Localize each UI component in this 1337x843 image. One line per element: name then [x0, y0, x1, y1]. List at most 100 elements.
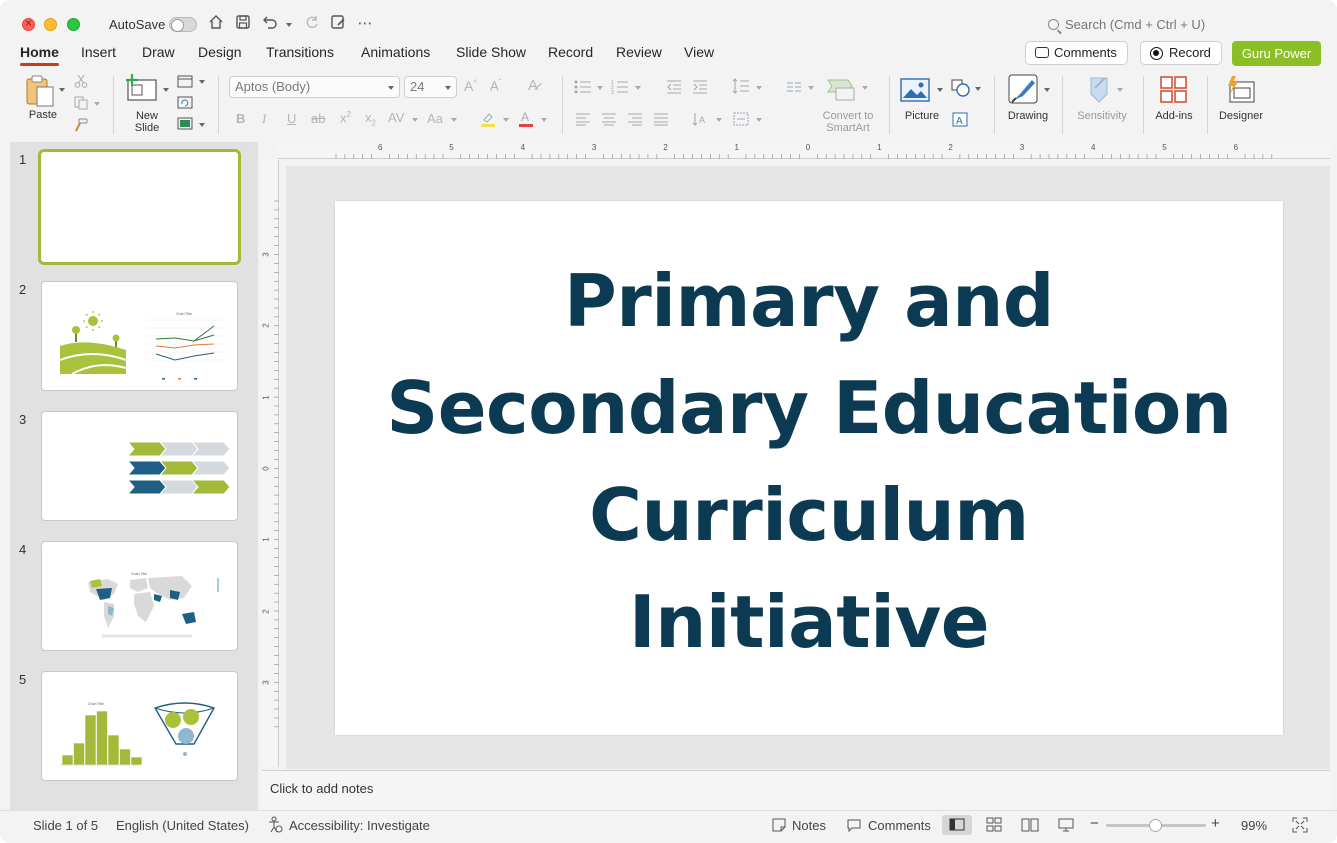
close-window-button[interactable] — [22, 16, 35, 31]
tab-design[interactable]: Design — [198, 44, 242, 60]
font-size-select[interactable]: 24 — [404, 76, 457, 98]
italic-icon[interactable]: I — [262, 111, 266, 127]
slide-thumbnail-4[interactable]: Chart Title — [41, 541, 238, 651]
accessibility-icon[interactable] — [267, 816, 283, 836]
numbering-dropdown-icon[interactable] — [635, 86, 641, 90]
notes-icon[interactable] — [771, 817, 787, 836]
undo-dropdown-icon[interactable] — [286, 23, 292, 27]
change-case-icon[interactable]: Aa — [427, 111, 443, 126]
character-spacing-dropdown-icon[interactable] — [412, 118, 418, 122]
justify-icon[interactable] — [653, 113, 669, 129]
section-icon[interactable] — [177, 117, 193, 133]
zoom-in-button[interactable]: + — [1211, 815, 1220, 832]
slide-thumbnail-5[interactable]: Chart Title — [41, 671, 238, 781]
reading-view-icon[interactable] — [1021, 817, 1039, 836]
picture-dropdown-icon[interactable] — [937, 88, 943, 92]
character-spacing-icon[interactable]: AV — [388, 110, 404, 125]
slide-title-placeholder[interactable]: Primary and Secondary Education Curricul… — [375, 248, 1243, 676]
layout-icon[interactable] — [177, 75, 193, 91]
undo-icon[interactable] — [260, 14, 280, 34]
drawing-icon[interactable] — [1008, 74, 1040, 109]
smartart-icon[interactable] — [826, 76, 858, 105]
addins-icon[interactable] — [1159, 75, 1189, 108]
slide-thumbnail-2[interactable]: Chart Title — [41, 281, 238, 391]
superscript-icon[interactable]: x2 — [340, 110, 351, 125]
copy-icon[interactable] — [74, 96, 90, 113]
columns-dropdown-icon[interactable] — [808, 86, 814, 90]
smartart-dropdown-icon[interactable] — [862, 86, 868, 90]
drawing-dropdown-icon[interactable] — [1044, 88, 1050, 92]
highlight-dropdown-icon[interactable] — [503, 118, 509, 122]
section-dropdown-icon[interactable] — [199, 123, 205, 127]
strikethrough-icon[interactable]: ab — [311, 111, 325, 126]
tab-home[interactable]: Home — [20, 44, 59, 66]
highlight-icon[interactable] — [480, 111, 496, 130]
font-name-select[interactable]: Aptos (Body) — [229, 76, 400, 98]
slide-thumbnail-3[interactable] — [41, 411, 238, 521]
bullets-dropdown-icon[interactable] — [597, 86, 603, 90]
record-button[interactable]: Record — [1140, 41, 1222, 65]
layout-dropdown-icon[interactable] — [199, 80, 205, 84]
columns-icon[interactable] — [786, 81, 802, 96]
zoom-window-button[interactable] — [67, 18, 80, 31]
align-text-icon[interactable] — [732, 111, 750, 130]
decrease-indent-icon[interactable] — [666, 80, 682, 97]
redo-icon[interactable] — [302, 14, 322, 34]
shapes-dropdown-icon[interactable] — [975, 87, 981, 91]
increase-font-icon[interactable]: A^ — [464, 78, 477, 94]
increase-indent-icon[interactable] — [692, 80, 708, 97]
current-slide[interactable]: Primary and Secondary Education Curricul… — [335, 201, 1283, 735]
accessibility-status[interactable]: Accessibility: Investigate — [289, 818, 430, 833]
notes-toggle-label[interactable]: Notes — [792, 818, 826, 833]
autosave-toggle[interactable] — [169, 17, 197, 32]
align-left-icon[interactable] — [575, 113, 591, 129]
cut-icon[interactable] — [74, 74, 88, 91]
minimize-window-button[interactable] — [44, 18, 57, 31]
notes-pane[interactable]: Click to add notes — [262, 770, 1330, 810]
home-icon[interactable] — [206, 14, 226, 34]
picture-icon[interactable] — [900, 78, 930, 105]
paste-icon[interactable] — [24, 74, 58, 111]
zoom-slider-handle[interactable] — [1148, 819, 1162, 832]
comments-button[interactable]: Comments — [1025, 41, 1128, 65]
tab-draw[interactable]: Draw — [142, 44, 175, 60]
text-box-icon[interactable]: A — [952, 112, 968, 130]
font-color-icon[interactable]: A — [518, 110, 534, 130]
reset-slide-icon[interactable] — [177, 96, 193, 112]
search-input[interactable]: Search (Cmd + Ctrl + U) — [1048, 17, 1205, 32]
line-spacing-dropdown-icon[interactable] — [756, 86, 762, 90]
save-icon[interactable] — [233, 14, 253, 34]
format-painter-icon[interactable] — [74, 118, 88, 135]
comments-toggle-label[interactable]: Comments — [868, 818, 931, 833]
align-right-icon[interactable] — [627, 113, 643, 129]
zoom-out-button[interactable]: − — [1090, 815, 1099, 832]
slide-thumbnail-1[interactable] — [38, 149, 241, 265]
language-indicator[interactable]: English (United States) — [116, 818, 249, 833]
tab-transitions[interactable]: Transitions — [266, 44, 334, 60]
designer-icon[interactable] — [1224, 74, 1256, 109]
tab-insert[interactable]: Insert — [81, 44, 116, 60]
font-color-dropdown-icon[interactable] — [541, 118, 547, 122]
shapes-icon[interactable] — [951, 79, 971, 100]
sensitivity-dropdown-icon[interactable] — [1117, 88, 1123, 92]
more-options-icon[interactable]: ⋯ — [355, 14, 375, 34]
sensitivity-icon[interactable] — [1085, 74, 1113, 107]
tab-review[interactable]: Review — [616, 44, 662, 60]
new-slide-dropdown-icon[interactable] — [163, 88, 169, 92]
change-case-dropdown-icon[interactable] — [451, 118, 457, 122]
zoom-slider[interactable] — [1106, 819, 1206, 832]
save-as-icon[interactable] — [328, 14, 348, 34]
slide-sorter-icon[interactable] — [986, 817, 1002, 836]
subscript-icon[interactable]: x2 — [365, 110, 376, 128]
text-direction-icon[interactable]: A — [691, 111, 707, 130]
decrease-font-icon[interactable]: Aˇ — [490, 78, 501, 93]
clear-formatting-icon[interactable]: A̷ — [528, 77, 538, 94]
align-text-dropdown-icon[interactable] — [756, 118, 762, 122]
tab-slide-show[interactable]: Slide Show — [456, 44, 526, 60]
underline-icon[interactable]: U — [287, 111, 296, 126]
tab-view[interactable]: View — [684, 44, 714, 60]
tab-animations[interactable]: Animations — [361, 44, 430, 60]
new-slide-icon[interactable] — [126, 74, 158, 105]
text-direction-dropdown-icon[interactable] — [716, 118, 722, 122]
paste-dropdown-icon[interactable] — [59, 88, 65, 92]
